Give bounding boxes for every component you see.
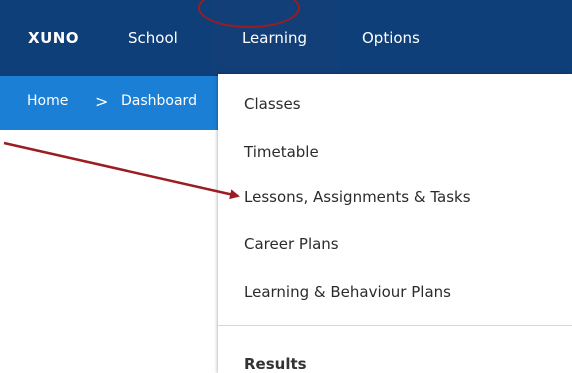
menu-item-lessons-assignments-tasks[interactable]: Lessons, Assignments & Tasks bbox=[244, 188, 471, 206]
breadcrumb-separator: > bbox=[95, 92, 109, 111]
menu-item-timetable[interactable]: Timetable bbox=[244, 143, 319, 161]
breadcrumb-home[interactable]: Home bbox=[27, 93, 68, 109]
nav-learning[interactable]: Learning bbox=[198, 0, 338, 76]
breadcrumb-current[interactable]: Dashboard bbox=[121, 93, 197, 109]
circle-highlight bbox=[198, 0, 300, 28]
menu-item-career-plans[interactable]: Career Plans bbox=[244, 235, 339, 253]
menu-item-learning-behaviour-plans[interactable]: Learning & Behaviour Plans bbox=[244, 283, 451, 301]
nav-learning-label: Learning bbox=[241, 29, 308, 47]
nav-options[interactable]: Options bbox=[362, 0, 420, 76]
menu-item-results[interactable]: Results bbox=[244, 355, 307, 373]
menu-divider bbox=[218, 325, 572, 326]
learning-dropdown-menu: Classes Timetable Lessons, Assignments &… bbox=[218, 74, 572, 373]
brand-logo[interactable]: XUNO bbox=[28, 0, 79, 76]
top-navbar: XUNO School Learning Options bbox=[0, 0, 572, 76]
nav-school[interactable]: School bbox=[128, 0, 178, 76]
menu-item-classes[interactable]: Classes bbox=[244, 95, 301, 113]
